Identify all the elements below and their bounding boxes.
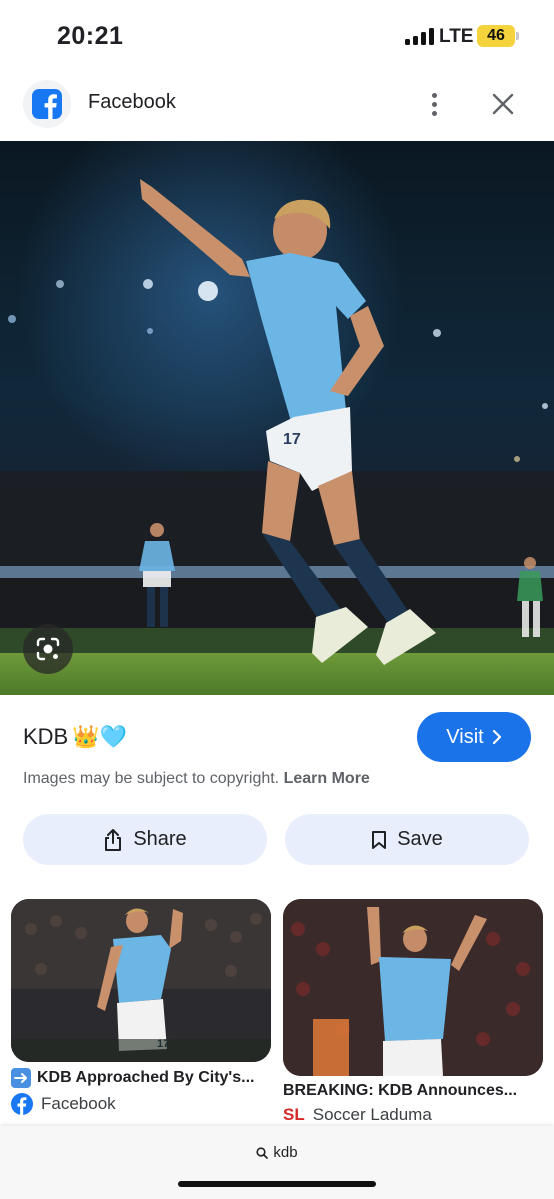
- soccer-laduma-logo: SL: [283, 1105, 305, 1124]
- related-image[interactable]: 17: [11, 899, 271, 1062]
- related-image[interactable]: [283, 899, 543, 1076]
- visit-button[interactable]: Visit: [417, 712, 531, 762]
- related-source: SL Soccer Laduma: [283, 1105, 543, 1125]
- signal-icon: [405, 28, 434, 45]
- main-image[interactable]: 17: [0, 141, 554, 695]
- visit-label: Visit: [446, 725, 484, 748]
- save-button[interactable]: Save: [285, 814, 529, 865]
- bottom-search-bar[interactable]: kdb: [0, 1126, 554, 1199]
- search-icon: [256, 1146, 269, 1159]
- related-source-name: Facebook: [41, 1094, 116, 1113]
- status-bar: 20:21 LTE 46: [0, 0, 554, 72]
- related-title-text: KDB Approached By City's...: [37, 1069, 255, 1086]
- more-vert-icon[interactable]: [420, 86, 448, 122]
- related-title[interactable]: BREAKING: KDB Announces...: [283, 1082, 543, 1100]
- facebook-icon[interactable]: [23, 80, 71, 128]
- related-title-text: BREAKING: KDB Announces...: [283, 1082, 518, 1099]
- close-icon[interactable]: [486, 86, 520, 122]
- image-title: KDB 👑🩵: [23, 724, 127, 750]
- share-button[interactable]: Share: [23, 814, 267, 865]
- battery-icon: 46: [477, 25, 519, 47]
- lens-icon[interactable]: [23, 624, 73, 674]
- related-source: Facebook: [11, 1093, 271, 1115]
- share-label: Share: [133, 828, 187, 850]
- facebook-icon: [11, 1093, 33, 1115]
- chevron-right-icon: [492, 730, 501, 744]
- viewer-header: Facebook: [0, 72, 554, 140]
- copyright-notice: Images may be subject to copyright. Lear…: [23, 770, 370, 788]
- arrow-right-emoji: [11, 1068, 31, 1088]
- image-title-emoji: 👑🩵: [72, 724, 128, 749]
- share-icon: [105, 828, 122, 851]
- bookmark-icon: [372, 830, 387, 849]
- home-indicator[interactable]: [178, 1181, 376, 1187]
- source-title[interactable]: Facebook: [88, 91, 176, 114]
- related-card[interactable]: BREAKING: KDB Announces... SL Soccer Lad…: [283, 899, 543, 1125]
- learn-more-link[interactable]: Learn More: [284, 770, 370, 787]
- save-label: Save: [397, 828, 443, 850]
- image-title-text: KDB: [23, 724, 69, 749]
- related-title[interactable]: KDB Approached By City's...: [11, 1068, 271, 1088]
- network-type: LTE: [439, 26, 474, 47]
- svg-text:17: 17: [283, 431, 301, 448]
- related-source-name: Soccer Laduma: [312, 1105, 432, 1124]
- battery-level: 46: [487, 27, 505, 44]
- status-time: 20:21: [57, 22, 124, 50]
- related-card[interactable]: 17 KDB Approached By City's... Facebook: [11, 899, 271, 1115]
- search-query[interactable]: kdb: [0, 1144, 554, 1161]
- search-query-text: kdb: [273, 1144, 298, 1161]
- copyright-text: Images may be subject to copyright.: [23, 770, 280, 787]
